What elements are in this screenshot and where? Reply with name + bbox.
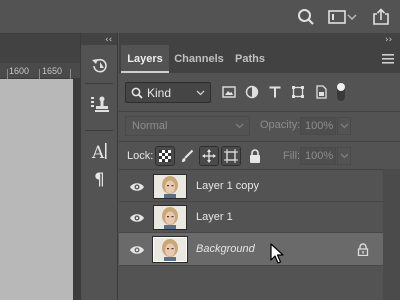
svg-text:¶: ¶ xyxy=(94,170,105,188)
workspace-icon[interactable] xyxy=(326,6,348,28)
ruler-label: 1650 xyxy=(42,66,63,76)
layer-row-selected[interactable]: Background xyxy=(119,233,383,266)
tab-paths[interactable]: Paths xyxy=(229,45,271,73)
character-icon[interactable]: A xyxy=(89,140,111,162)
layer-row[interactable]: Layer 1 copy xyxy=(119,171,383,202)
svg-text:››: ›› xyxy=(385,35,392,45)
kind-filter-select[interactable]: Kind xyxy=(125,82,211,103)
smartobject-filter-icon[interactable] xyxy=(312,83,330,101)
fill-dropdown[interactable] xyxy=(337,147,351,165)
history-icon[interactable] xyxy=(89,55,111,77)
shape-filter-icon[interactable] xyxy=(289,83,307,101)
blend-mode-select[interactable]: Normal xyxy=(125,116,250,136)
layer-row[interactable]: Layer 1 xyxy=(119,202,383,233)
layer-thumbnail xyxy=(153,174,187,199)
separator xyxy=(85,83,113,84)
lock-transparent-icon[interactable] xyxy=(155,146,175,166)
ruler-label: 1600 xyxy=(9,66,30,76)
lock-artboard-icon[interactable] xyxy=(221,146,241,166)
ruler-tick xyxy=(7,69,8,79)
ruler-tick xyxy=(70,69,71,79)
horizontal-ruler: 1600 1650 xyxy=(0,63,80,79)
top-app-bar xyxy=(0,0,400,33)
lock-image-icon[interactable] xyxy=(177,146,197,166)
lock-position-icon[interactable] xyxy=(199,146,219,166)
collapse-bar[interactable]: ‹‹ xyxy=(81,33,117,45)
tab-channels[interactable]: Channels xyxy=(171,45,227,73)
collapsed-panels-column: ‹‹ A ¶ xyxy=(80,33,118,300)
layers-panel: ›› Layers Channels Paths Kind Normal Opa… xyxy=(119,33,400,300)
lock-all-icon[interactable] xyxy=(245,146,265,166)
opacity-value: 100% xyxy=(305,120,334,132)
layer-name[interactable]: Layer 1 copy xyxy=(196,180,259,192)
filter-toggle-icon[interactable] xyxy=(335,83,347,101)
type-filter-icon[interactable] xyxy=(266,83,284,101)
chevron-down-icon[interactable] xyxy=(346,6,358,28)
layer-thumbnail xyxy=(153,205,187,230)
layer-name[interactable]: Background xyxy=(196,243,255,255)
svg-text:‹‹: ‹‹ xyxy=(105,35,112,45)
adjustment-filter-icon[interactable] xyxy=(243,83,261,101)
layer-thumbnail xyxy=(152,236,188,263)
canvas-scrollbar[interactable] xyxy=(73,79,80,300)
eye-icon[interactable] xyxy=(129,179,145,195)
eye-icon[interactable] xyxy=(129,242,145,258)
layer-list-scrollbar[interactable] xyxy=(383,169,400,300)
layer-list: Layer 1 copy Layer 1 Background xyxy=(119,169,400,300)
separator xyxy=(85,130,113,131)
paragraph-icon[interactable]: ¶ xyxy=(89,167,111,189)
opacity-label: Opacity: xyxy=(260,119,301,131)
fill-label: Fill: xyxy=(283,150,301,162)
chevron-down-icon xyxy=(235,123,244,129)
image-filter-icon[interactable] xyxy=(220,83,238,101)
mouse-pointer-icon xyxy=(270,243,284,265)
panel-menu-icon[interactable] xyxy=(382,54,394,64)
chevron-down-icon xyxy=(196,90,205,96)
panel-collapse-bar[interactable]: ›› xyxy=(119,33,400,45)
blend-row: Normal Opacity: 100% xyxy=(119,111,400,141)
clone-source-icon[interactable] xyxy=(89,93,111,115)
document-canvas[interactable] xyxy=(0,79,73,300)
fill-field[interactable]: 100% xyxy=(300,147,336,165)
document-tab-bar xyxy=(0,33,80,63)
opacity-field[interactable]: 100% xyxy=(300,117,336,135)
kind-filter-label: Kind xyxy=(147,85,172,100)
panel-tabs: Layers Channels Paths xyxy=(119,45,400,73)
lock-row: Lock: Fill: 100% xyxy=(119,141,400,171)
fill-value: 100% xyxy=(305,150,334,162)
eye-icon[interactable] xyxy=(129,210,145,226)
ruler-tick xyxy=(39,69,40,79)
lock-label: Lock: xyxy=(127,150,154,162)
filter-row: Kind xyxy=(119,73,400,111)
tab-layers[interactable]: Layers xyxy=(121,45,169,73)
search-icon[interactable] xyxy=(295,6,317,28)
share-icon[interactable] xyxy=(370,6,392,28)
lock-icon xyxy=(357,243,369,256)
search-icon xyxy=(131,87,143,99)
svg-text:A: A xyxy=(91,143,105,161)
opacity-dropdown[interactable] xyxy=(337,117,351,135)
layer-name[interactable]: Layer 1 xyxy=(196,211,233,223)
blend-mode-value: Normal xyxy=(132,120,168,132)
